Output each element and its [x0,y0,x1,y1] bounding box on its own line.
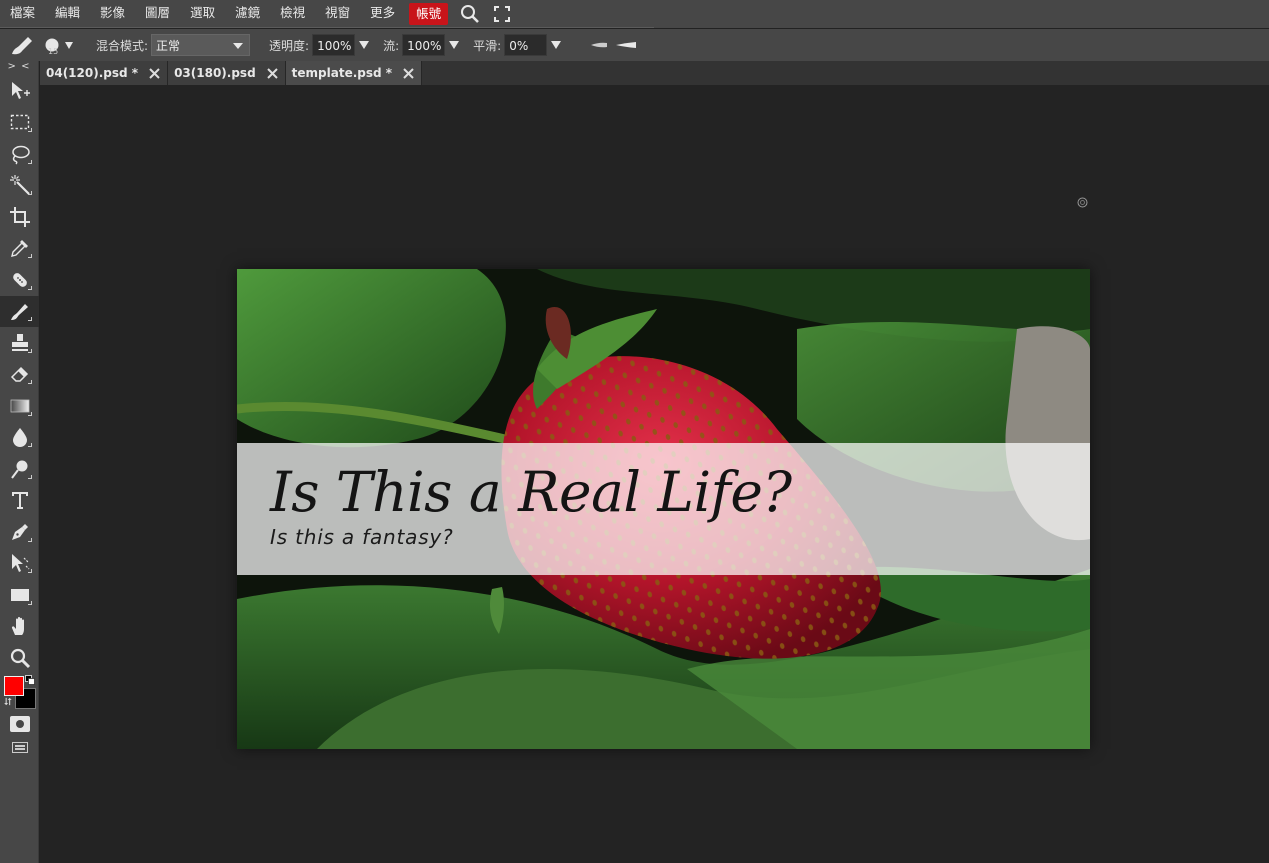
type-tool-icon[interactable] [0,485,39,517]
stamp-tool-icon[interactable] [0,327,39,359]
swap-colors-icon[interactable]: ⮃ [4,697,12,708]
dodge-tool-icon[interactable] [0,453,39,485]
quick-mask-icon[interactable] [10,716,30,732]
menu-select[interactable]: 選取 [180,0,225,28]
tool-options-bar: 15 混合模式: 正常 透明度: 100% 流: 100% 平滑: 0% [0,29,1269,61]
fullscreen-icon[interactable] [486,0,518,28]
chevron-down-icon[interactable] [357,34,371,56]
collapse-toolbar-button[interactable]: > < [0,61,38,75]
tab-template[interactable]: template.psd * [285,61,423,85]
menu-edit[interactable]: 編輯 [45,0,90,28]
brush-tool-icon[interactable] [0,295,39,327]
brush-preset-icon[interactable] [0,29,44,61]
flow-label: 流: [383,38,400,53]
pen-tool-icon[interactable] [0,516,39,548]
pressure-size-icon[interactable] [587,29,611,61]
zoom-tool-icon[interactable] [0,642,39,674]
brush-size-picker[interactable]: 15 [44,29,82,61]
tab-label: template.psd * [291,66,393,80]
shape-tool-icon[interactable] [0,579,39,611]
blend-mode-value: 正常 [156,39,181,53]
crop-tool-icon[interactable] [0,201,39,233]
menu-image[interactable]: 影像 [90,0,135,28]
blur-tool-icon[interactable] [0,422,39,454]
healing-tool-icon[interactable] [0,264,39,296]
close-icon[interactable] [403,67,414,79]
chevron-down-icon[interactable] [549,34,563,56]
gradient-tool-icon[interactable] [0,390,39,422]
screen-mode-icon[interactable] [12,742,28,753]
lasso-tool-icon[interactable] [0,138,39,170]
document-tabs: 04(120).psd * 03(180).psd template.psd * [40,61,1269,85]
menu-window[interactable]: 視窗 [315,0,360,28]
flow-input[interactable]: 100% [402,34,446,56]
title-banner: Is This a Real Life? Is this a fantasy? [237,443,1090,575]
smooth-input[interactable]: 0% [504,34,548,56]
eyedropper-tool-icon[interactable] [0,233,39,265]
tab-03-180[interactable]: 03(180).psd [168,61,286,85]
account-button[interactable]: 帳號 [409,3,449,25]
chevron-down-icon [65,42,73,49]
blend-mode-select[interactable]: 正常 [151,34,251,56]
opacity-input[interactable]: 100% [312,34,356,56]
color-swatches: ⮃ [3,675,37,711]
smooth-label: 平滑: [473,38,502,53]
chevron-down-icon [233,43,244,49]
menu-layer[interactable]: 圖層 [135,0,180,28]
menu-view[interactable]: 檢視 [270,0,315,28]
marquee-tool-icon[interactable] [0,107,39,139]
magic-wand-tool-icon[interactable] [0,170,39,202]
tab-label: 03(180).psd [174,66,256,80]
foreground-color-swatch[interactable] [4,676,24,696]
brush-cursor-icon [1077,197,1088,208]
subline-text[interactable]: Is this a fantasy? [270,525,453,549]
menu-more[interactable]: 更多 [360,0,405,28]
menu-bar: 檔案 編輯 影像 圖層 選取 濾鏡 檢視 視窗 更多 帳號 [0,0,1269,28]
close-icon[interactable] [149,67,160,79]
search-icon[interactable] [454,0,486,28]
menu-filter[interactable]: 濾鏡 [225,0,270,28]
eraser-tool-icon[interactable] [0,359,39,391]
hand-tool-icon[interactable] [0,611,39,643]
path-select-tool-icon[interactable] [0,548,39,580]
tab-04-120[interactable]: 04(120).psd * [40,61,169,85]
close-icon[interactable] [266,67,278,79]
default-colors-icon[interactable] [25,675,35,685]
document-canvas[interactable]: Is This a Real Life? Is this a fantasy? [237,269,1090,749]
chevron-down-icon[interactable] [447,34,461,56]
brush-size-value: 15 [48,47,59,56]
menu-divider [0,27,654,28]
menu-file[interactable]: 檔案 [0,0,45,28]
blend-mode-label: 混合模式: [96,38,149,53]
tab-label: 04(120).psd * [46,66,139,80]
headline-text[interactable]: Is This a Real Life? [270,460,792,524]
move-tool-icon[interactable] [0,75,39,107]
opacity-label: 透明度: [269,38,310,53]
pressure-opacity-icon[interactable] [614,29,638,61]
